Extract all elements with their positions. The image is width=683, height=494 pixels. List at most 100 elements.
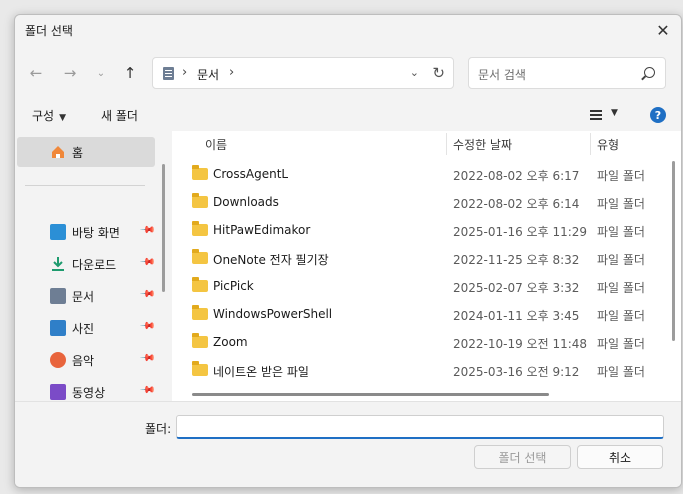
search-input[interactable]: 문서 검색 <box>478 66 526 83</box>
pin-icon[interactable]: 📌 <box>138 382 155 399</box>
horizontal-scrollbar[interactable] <box>192 393 549 396</box>
chevron-down-icon: ⌄ <box>96 67 106 79</box>
sidebar-item-videos[interactable]: 동영상 📌 <box>17 377 155 401</box>
folder-name-input[interactable] <box>176 415 664 439</box>
view-list-icon[interactable] <box>590 110 602 120</box>
sidebar-item-downloads[interactable]: 다운로드 📌 <box>17 249 155 279</box>
organize-label: 구성 <box>32 109 55 123</box>
table-row[interactable]: 네이트온 받은 파일 2025-03-16 오전 9:12 파일 폴더 <box>172 357 681 385</box>
sidebar-divider <box>25 185 145 186</box>
search-icon <box>644 67 655 78</box>
folder-icon <box>192 221 208 236</box>
folder-icon <box>192 361 208 376</box>
column-header: ⌃ 이름 수정한 날짜 유형 <box>172 131 681 157</box>
file-name: CrossAgentL <box>213 167 289 181</box>
arrow-right-icon: → <box>63 64 77 82</box>
sidebar-item-desktop[interactable]: 바탕 화면 📌 <box>17 217 155 247</box>
caret-down-icon: ▼ <box>59 113 67 123</box>
sidebar-item-pictures[interactable]: 사진 📌 <box>17 313 155 343</box>
pin-icon[interactable]: 📌 <box>138 318 155 335</box>
sidebar-item-documents[interactable]: 문서 📌 <box>17 281 155 311</box>
file-name: PicPick <box>213 279 254 293</box>
table-row[interactable]: Downloads 2022-08-02 오후 6:14 파일 폴더 <box>172 189 681 217</box>
pin-icon[interactable]: 📌 <box>138 286 155 303</box>
search-box[interactable]: 문서 검색 <box>468 57 666 89</box>
breadcrumb-documents[interactable]: 문서 <box>197 66 219 83</box>
address-bar[interactable]: › 문서 › ⌄ ↻ <box>152 57 454 89</box>
column-type[interactable]: 유형 <box>597 136 619 153</box>
close-icon: ✕ <box>656 20 670 40</box>
table-row[interactable]: CrossAgentL 2022-08-02 오후 6:17 파일 폴더 <box>172 161 681 189</box>
navigation-bar: ← → ⌄ ↑ › 문서 › ⌄ ↻ 문서 검색 <box>15 55 681 91</box>
close-button[interactable]: ✕ <box>651 19 675 41</box>
videos-icon <box>50 384 66 400</box>
sidebar-item-label: 홈 <box>72 145 84 160</box>
folder-select-dialog: 폴더 선택 ✕ ← → ⌄ ↑ › 문서 › ⌄ ↻ 문서 검색 구성 ▼ 새 폴… <box>14 14 682 488</box>
document-icon <box>163 67 174 80</box>
title-bar: 폴더 선택 ✕ <box>15 15 681 45</box>
file-type: 파일 폴더 <box>597 169 645 183</box>
file-name: HitPawEdimakor <box>213 223 311 237</box>
file-type: 파일 폴더 <box>597 225 645 239</box>
file-type: 파일 폴더 <box>597 281 645 295</box>
arrow-left-icon: ← <box>29 64 43 82</box>
footer-bar: 폴더: 폴더 선택 취소 <box>15 401 681 487</box>
document-icon <box>50 288 66 304</box>
column-name[interactable]: 이름 <box>205 136 227 153</box>
file-name: WindowsPowerShell <box>213 307 333 321</box>
table-row[interactable]: PicPick 2025-02-07 오후 3:32 파일 폴더 <box>172 273 681 301</box>
folder-icon <box>192 277 208 292</box>
file-date: 2022-10-19 오전 11:48 <box>453 337 588 351</box>
sidebar-scrollbar[interactable] <box>162 164 165 292</box>
sort-ascending-icon: ⌃ <box>317 131 325 138</box>
file-type: 파일 폴더 <box>597 365 645 379</box>
sidebar-item-music[interactable]: 음악 📌 <box>17 345 155 375</box>
folder-icon <box>192 333 208 348</box>
cancel-button[interactable]: 취소 <box>577 445 663 469</box>
file-list: ⌃ 이름 수정한 날짜 유형 CrossAgentL 2022-08-02 오후… <box>172 131 681 401</box>
file-date: 2022-08-02 오후 6:17 <box>453 169 580 183</box>
forward-button[interactable]: → <box>59 62 81 84</box>
select-folder-button[interactable]: 폴더 선택 <box>474 445 571 469</box>
sidebar-item-label: 다운로드 <box>72 257 117 272</box>
pin-icon[interactable]: 📌 <box>138 254 155 271</box>
table-row[interactable]: Zoom 2022-10-19 오전 11:48 파일 폴더 <box>172 329 681 357</box>
table-row[interactable]: HitPawEdimakor 2025-01-16 오후 11:29 파일 폴더 <box>172 217 681 245</box>
sidebar-item-home[interactable]: 홈 <box>17 137 155 167</box>
navigation-pane: 홈 바탕 화면 📌 다운로드 📌 문서 📌 사진 📌 음악 📌 동영상 📌 <box>15 131 165 401</box>
file-name: Zoom <box>213 335 248 349</box>
folder-icon <box>192 165 208 180</box>
pin-icon[interactable]: 📌 <box>138 350 155 367</box>
chevron-down-icon[interactable]: ⌄ <box>410 66 419 79</box>
download-icon <box>50 256 66 272</box>
up-button[interactable]: ↑ <box>119 62 141 84</box>
file-date: 2022-08-02 오후 6:14 <box>453 197 580 211</box>
pictures-icon <box>50 320 66 336</box>
arrow-up-icon: ↑ <box>123 64 137 82</box>
folder-icon <box>192 305 208 320</box>
column-divider[interactable] <box>446 133 447 155</box>
organize-button[interactable]: 구성 ▼ <box>32 107 66 124</box>
pin-icon[interactable]: 📌 <box>138 222 155 239</box>
music-icon <box>50 352 66 368</box>
table-row[interactable]: OneNote 전자 필기장 2022-11-25 오후 8:32 파일 폴더 <box>172 245 681 273</box>
file-type: 파일 폴더 <box>597 309 645 323</box>
column-date[interactable]: 수정한 날짜 <box>453 136 512 153</box>
refresh-icon[interactable]: ↻ <box>432 64 445 82</box>
sidebar-item-label: 음악 <box>72 353 95 368</box>
help-icon[interactable]: ? <box>650 107 666 123</box>
column-divider[interactable] <box>590 133 591 155</box>
file-date: 2022-11-25 오후 8:32 <box>453 253 580 267</box>
recent-locations-button[interactable]: ⌄ <box>90 62 112 84</box>
table-row[interactable]: WindowsPowerShell 2024-01-11 오후 3:45 파일 … <box>172 301 681 329</box>
back-button[interactable]: ← <box>25 62 47 84</box>
caret-down-icon[interactable]: ▼ <box>611 108 618 118</box>
vertical-scrollbar[interactable] <box>672 161 675 341</box>
file-date: 2025-02-07 오후 3:32 <box>453 281 580 295</box>
file-date: 2025-03-16 오전 9:12 <box>453 365 580 379</box>
chevron-right-icon[interactable]: › <box>229 65 234 80</box>
folder-icon <box>192 193 208 208</box>
folder-icon <box>192 249 208 264</box>
sidebar-item-label: 문서 <box>72 289 95 304</box>
new-folder-button[interactable]: 새 폴더 <box>101 107 138 124</box>
